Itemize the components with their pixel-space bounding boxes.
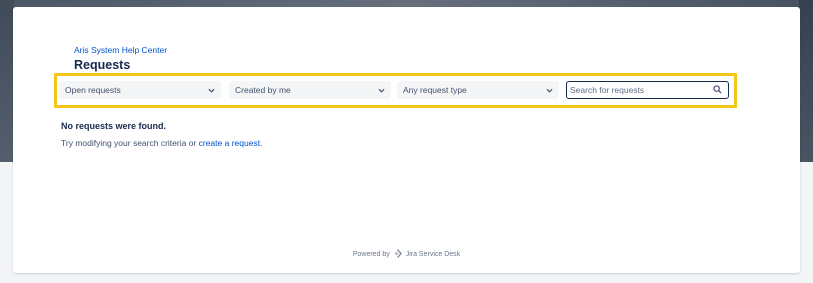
empty-state-title: No requests were found. [61,121,167,131]
chevron-down-icon [546,88,553,93]
chevron-down-icon [378,88,385,93]
breadcrumb-help-center[interactable]: Aris System Help Center [74,45,167,55]
search-icon[interactable] [713,85,722,94]
chevron-down-icon [208,88,215,93]
request-type-filter-value: Any request type [403,85,467,95]
creator-filter-dropdown[interactable]: Created by me [229,81,391,99]
search-input[interactable] [567,85,710,95]
status-filter-dropdown[interactable]: Open requests [59,81,221,99]
header-background-shade-right [799,0,813,162]
empty-state-hint: Try modifying your search criteria or cr… [61,138,262,148]
empty-state-hint-text: Try modifying your search criteria or [61,138,199,148]
request-type-filter-dropdown[interactable]: Any request type [397,81,559,99]
empty-state-hint-end: . [260,138,263,148]
search-box [566,81,729,99]
footer-product-name[interactable]: Jira Service Desk [406,251,460,258]
page-title: Requests [74,58,131,72]
creator-filter-value: Created by me [235,85,291,95]
create-request-link[interactable]: create a request [199,138,260,148]
status-filter-value: Open requests [65,85,121,95]
